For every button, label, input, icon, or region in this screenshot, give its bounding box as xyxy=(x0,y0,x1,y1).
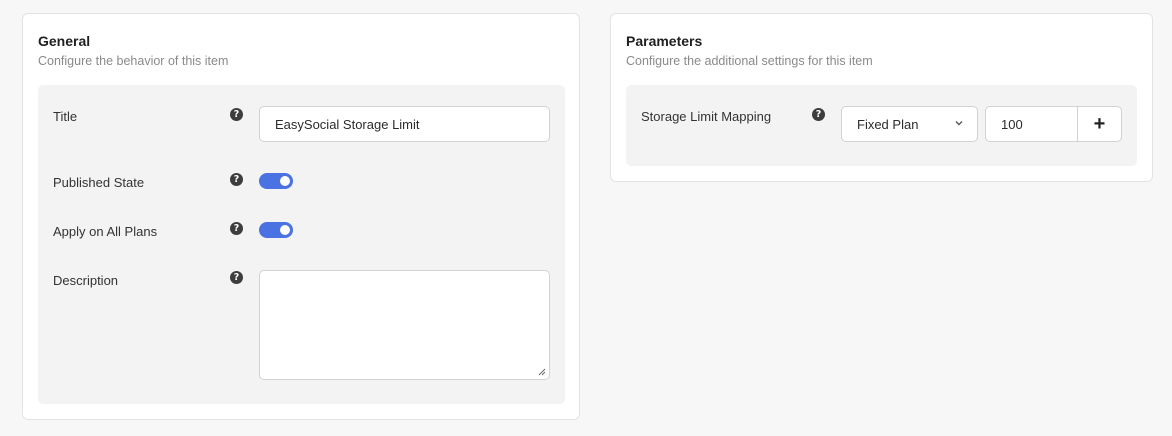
limit-input-group: 100 + xyxy=(985,106,1122,142)
apply-all-label: Apply on All Plans xyxy=(53,224,158,239)
apply-all-help-icon[interactable]: ? xyxy=(230,222,243,235)
apply-all-toggle-knob xyxy=(280,225,290,235)
add-button[interactable]: + xyxy=(1078,107,1121,141)
general-title: General xyxy=(38,33,91,49)
general-fields: Title ? EasySocial Storage Limit Publish… xyxy=(38,85,565,404)
published-label: Published State xyxy=(53,175,145,190)
description-label: Description xyxy=(53,273,119,288)
parameters-title: Parameters xyxy=(626,33,703,49)
storage-label: Storage Limit Mapping xyxy=(641,109,772,124)
description-textarea[interactable] xyxy=(259,270,550,380)
storage-help-icon[interactable]: ? xyxy=(812,108,825,121)
general-subtitle: Configure the behavior of this item xyxy=(38,54,229,68)
published-toggle-knob xyxy=(280,176,290,186)
resize-grip-icon[interactable] xyxy=(538,368,546,376)
limit-input-value: 100 xyxy=(1001,116,1023,132)
parameters-fields: Storage Limit Mapping ? Fixed Plan 100 + xyxy=(626,85,1137,166)
parameters-subtitle: Configure the additional settings for th… xyxy=(626,54,873,68)
plan-select-value: Fixed Plan xyxy=(857,116,919,132)
apply-all-toggle[interactable] xyxy=(259,222,293,238)
parameters-panel: Parameters Configure the additional sett… xyxy=(610,13,1153,182)
title-help-icon[interactable]: ? xyxy=(230,108,243,121)
limit-input[interactable]: 100 xyxy=(986,107,1078,141)
chevron-down-icon xyxy=(955,121,963,126)
general-panel: General Configure the behavior of this i… xyxy=(22,13,580,420)
published-help-icon[interactable]: ? xyxy=(230,173,243,186)
description-help-icon[interactable]: ? xyxy=(230,271,243,284)
published-toggle[interactable] xyxy=(259,173,293,189)
title-input[interactable]: EasySocial Storage Limit xyxy=(259,106,550,142)
title-input-value: EasySocial Storage Limit xyxy=(275,116,420,132)
title-label: Title xyxy=(53,109,78,124)
plan-select[interactable]: Fixed Plan xyxy=(841,106,978,142)
